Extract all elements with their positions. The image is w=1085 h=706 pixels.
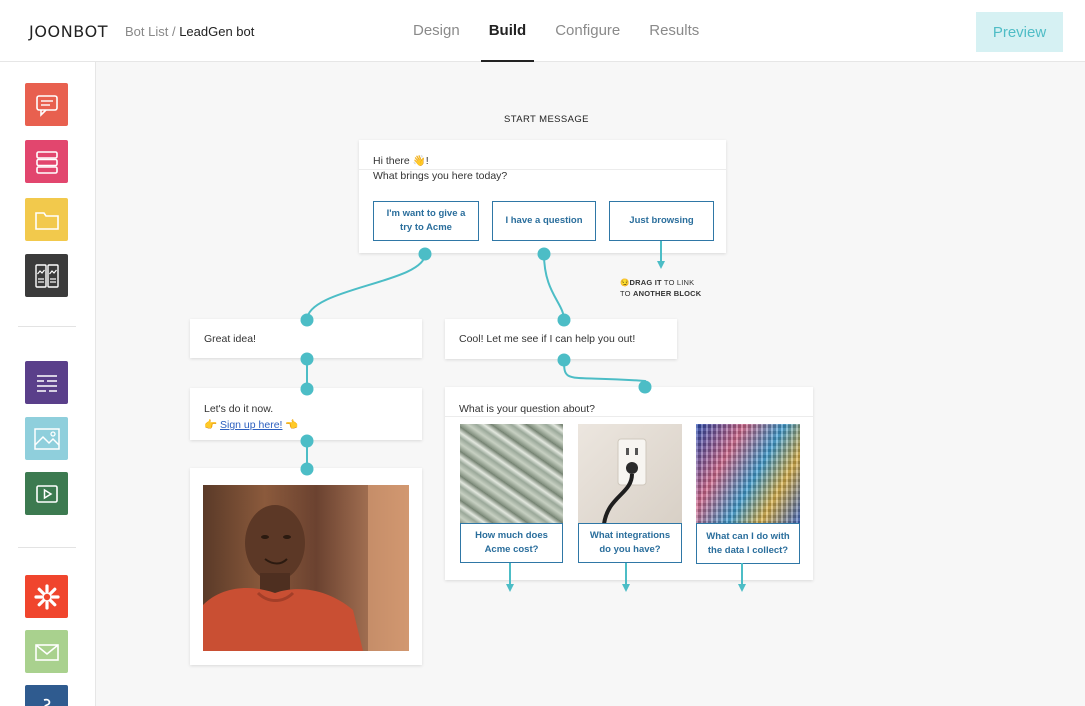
connector-dot <box>537 247 551 261</box>
folder-block-tool[interactable] <box>25 198 68 241</box>
tab-build[interactable]: Build <box>480 0 535 62</box>
folder-icon <box>34 211 59 230</box>
block-toolbox <box>0 62 96 706</box>
message-icon <box>35 94 58 117</box>
email-icon <box>34 643 59 661</box>
toolbox-divider <box>18 326 76 327</box>
connector-lines <box>300 241 746 592</box>
connector-dot <box>300 434 314 448</box>
arrow-card2 <box>622 584 630 592</box>
integration-icon <box>43 698 50 706</box>
list-icon <box>35 150 58 174</box>
tab-results[interactable]: Results <box>641 0 707 62</box>
connector-dot <box>638 380 652 394</box>
breadcrumb-current-bot: LeadGen bot <box>179 24 255 39</box>
image-block-tool[interactable] <box>25 417 68 460</box>
connector-dot <box>557 353 571 367</box>
card-gallery-icon <box>34 263 59 288</box>
connector-dot <box>557 313 571 327</box>
toolbox-divider <box>18 547 76 548</box>
wire-cool-to-gallery <box>563 359 646 388</box>
flow-canvas[interactable]: START MESSAGE Hi there 👋! What brings yo… <box>97 63 1085 706</box>
form-fields-icon <box>36 374 57 392</box>
breadcrumb-bot-list[interactable]: Bot List / <box>125 24 176 39</box>
image-icon <box>33 427 60 450</box>
main-tabs: Design Build Configure Results <box>405 0 720 62</box>
list-block-tool[interactable] <box>25 140 68 183</box>
preview-button[interactable]: Preview <box>976 12 1063 52</box>
message-block-tool[interactable] <box>25 83 68 126</box>
tab-design[interactable]: Design <box>405 0 468 62</box>
connector-dot <box>418 247 432 261</box>
arrow-card3 <box>738 584 746 592</box>
wire-question-to-cool <box>543 253 565 321</box>
connector-dot <box>300 313 314 327</box>
connector-dot <box>300 382 314 396</box>
zapier-icon <box>33 583 60 610</box>
breadcrumb: Bot List / LeadGen bot <box>125 24 254 39</box>
connector-dot <box>300 462 314 476</box>
wire-try-to-great <box>306 253 426 321</box>
arrow-card1 <box>506 584 514 592</box>
video-icon <box>35 484 58 503</box>
app-logo[interactable]: JOONBOT <box>29 22 108 41</box>
connector-dot <box>300 352 314 366</box>
zapier-block-tool[interactable] <box>25 575 68 618</box>
video-block-tool[interactable] <box>25 472 68 515</box>
integration-block-tool[interactable] <box>25 685 68 706</box>
tab-configure[interactable]: Configure <box>547 0 628 62</box>
arrow-browsing <box>657 261 665 269</box>
email-block-tool[interactable] <box>25 630 68 673</box>
gallery-block-tool[interactable] <box>25 254 68 297</box>
top-bar: JOONBOT Bot List / LeadGen bot Design Bu… <box>0 0 1085 62</box>
form-block-tool[interactable] <box>25 361 68 404</box>
